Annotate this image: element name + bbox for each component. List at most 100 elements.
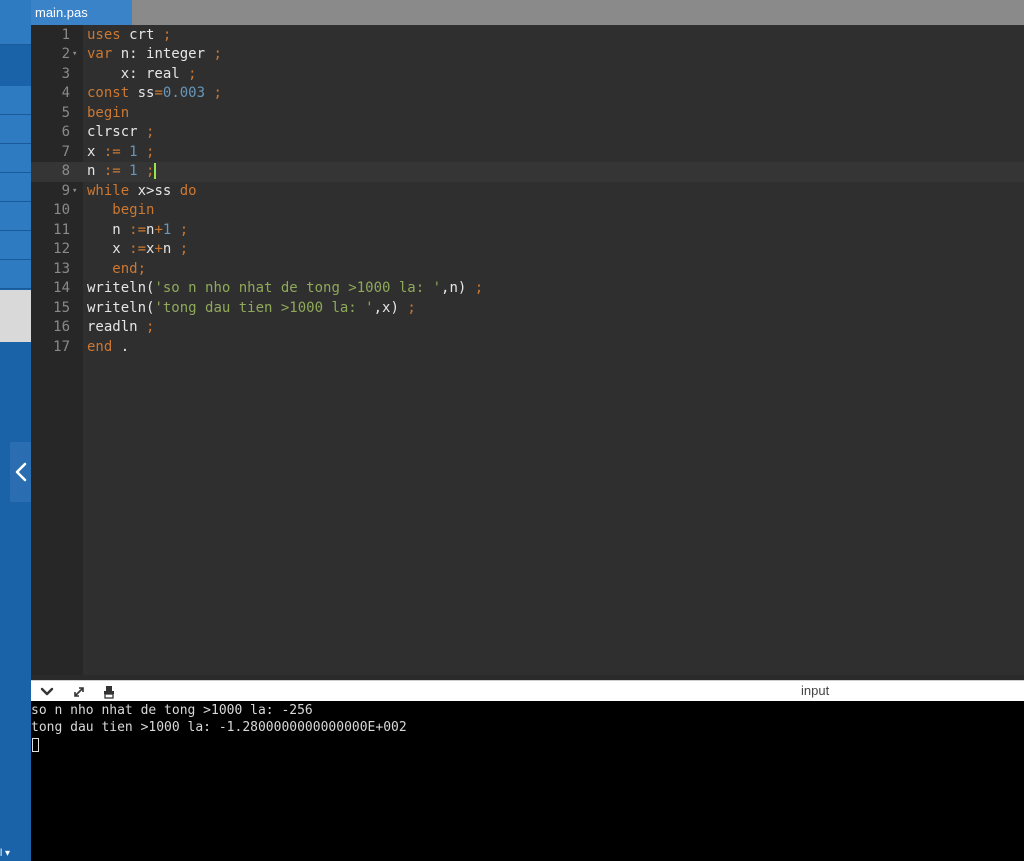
code-token: = — [154, 85, 163, 101]
sidebar-button[interactable] — [0, 173, 31, 202]
console-output-line: tong dau tien >1000 la: -1.2800000000000… — [31, 720, 407, 735]
code-line[interactable]: 4 const ss=0.003 ; — [31, 84, 1024, 104]
line-number: 12 — [53, 241, 70, 257]
code-token: := — [129, 221, 147, 238]
code-line[interactable]: 7x := 1 ; — [31, 143, 1024, 163]
code-token: ; — [146, 163, 155, 179]
code-line[interactable]: 6 clrscr ; — [31, 123, 1024, 143]
code-text: clrscr ; — [87, 123, 154, 143]
code-text: end . — [87, 338, 129, 358]
code-token: const — [87, 85, 130, 101]
text-caret — [154, 163, 157, 179]
fold-toggle-icon[interactable]: ▾ — [72, 45, 77, 65]
line-number: 14 — [53, 280, 70, 296]
code-line[interactable]: 8 n := 1 ; — [31, 162, 1024, 182]
code-token: do — [179, 182, 197, 199]
code-line[interactable]: 1 uses crt ; — [31, 26, 1024, 46]
code-token: n: integer — [112, 46, 214, 62]
code-line[interactable]: 17 end . — [31, 338, 1024, 358]
code-token: while — [87, 182, 130, 199]
console-cursor — [32, 738, 39, 752]
sidebar-button[interactable] — [0, 0, 31, 45]
clear-console-icon[interactable] — [101, 684, 117, 700]
code-text: while x>ss do — [87, 182, 197, 202]
code-text: x: real ; — [87, 65, 197, 85]
chevron-left-icon — [15, 462, 26, 482]
sidebar-panel — [0, 290, 31, 342]
line-number: 1 — [61, 26, 70, 43]
code-line[interactable]: 11 n :=n+1 ; — [31, 221, 1024, 241]
code-token: ,x) — [373, 299, 408, 316]
fold-toggle-icon[interactable]: ▾ — [72, 182, 77, 202]
expand-icon[interactable] — [71, 684, 87, 700]
code-text: begin — [87, 201, 154, 221]
tab-main-pas[interactable]: main.pas — [31, 0, 132, 25]
code-text: uses crt ; — [87, 26, 171, 46]
chevron-down-icon[interactable] — [39, 684, 55, 700]
code-token: ; — [179, 241, 189, 257]
code-token: begin — [87, 104, 130, 121]
code-token: . — [112, 338, 130, 355]
code-token: ; — [179, 221, 189, 238]
code-token: n — [162, 241, 180, 257]
code-token: readln — [87, 319, 147, 335]
code-line[interactable]: 12 x :=x+n ; — [31, 240, 1024, 260]
line-number: 6 — [61, 124, 70, 140]
sidebar-bottom-label[interactable]: l ▾ — [0, 847, 31, 861]
sidebar-button[interactable] — [0, 86, 31, 115]
code-line[interactable]: 14 writeln('so n nho nhat de tong >1000 l… — [31, 279, 1024, 299]
code-line[interactable]: 3 x: real ; — [31, 65, 1024, 85]
code-line[interactable]: 9 ▾ while x>ss do — [31, 182, 1024, 202]
code-text: x :=x+n ; — [87, 240, 188, 260]
line-number: 2 — [61, 46, 70, 62]
code-editor[interactable]: 1 uses crt ; 2 ▾ var n: integer ; 3 x: real ;… — [31, 25, 1024, 675]
code-text: var n: integer ; — [87, 45, 222, 65]
code-token: 1 — [129, 143, 138, 160]
console-input-label[interactable]: input — [801, 683, 829, 698]
code-token: ; — [146, 143, 155, 160]
console-output[interactable]: so n nho nhat de tong >1000 la: -256 ton… — [31, 701, 1024, 861]
code-text: const ss=0.003 ; — [87, 84, 222, 104]
code-token: 'tong dau tien >1000 la: ' — [154, 299, 374, 316]
code-line[interactable]: 2 ▾ var n: integer ; — [31, 45, 1024, 65]
line-number: 16 — [53, 319, 70, 335]
console-output-line: so n nho nhat de tong >1000 la: -256 — [31, 703, 313, 718]
code-text: x := 1 ; — [87, 143, 154, 163]
code-token: x — [87, 241, 130, 257]
code-token: ; — [137, 260, 147, 277]
code-token: 0.003 — [162, 85, 206, 101]
code-token: ,n) — [441, 280, 475, 296]
code-token: n — [87, 163, 104, 179]
code-line[interactable]: 10 begin — [31, 201, 1024, 221]
code-token: 'so n nho nhat de tong >1000 la: ' — [154, 280, 442, 296]
collapse-sidebar-button[interactable] — [10, 442, 31, 502]
sidebar-button[interactable] — [0, 260, 31, 289]
code-token: clrscr — [87, 124, 147, 140]
sidebar-button[interactable] — [0, 115, 31, 144]
sidebar-button[interactable] — [0, 231, 31, 260]
code-line[interactable]: 5 begin — [31, 104, 1024, 124]
line-number: 4 — [61, 85, 70, 101]
sidebar-button[interactable] — [0, 144, 31, 173]
code-text: writeln('so n nho nhat de tong >1000 la:… — [87, 279, 483, 299]
code-line[interactable]: 16 readln ; — [31, 318, 1024, 338]
code-token: := — [103, 163, 121, 179]
code-token: crt — [120, 26, 163, 43]
line-number: 5 — [61, 104, 70, 121]
sidebar-button[interactable] — [0, 202, 31, 231]
code-line[interactable]: 13 end; — [31, 260, 1024, 280]
code-token: := — [103, 143, 121, 160]
code-token: end — [87, 338, 113, 355]
line-number: 17 — [53, 338, 70, 355]
line-number: 15 — [53, 299, 70, 316]
code-token: + — [154, 221, 163, 238]
code-token: n — [87, 221, 130, 238]
code-line[interactable]: 15 writeln('tong dau tien >1000 la: ',x) … — [31, 299, 1024, 319]
code-text: begin — [87, 104, 129, 124]
console-toolbar: input — [31, 680, 1024, 702]
